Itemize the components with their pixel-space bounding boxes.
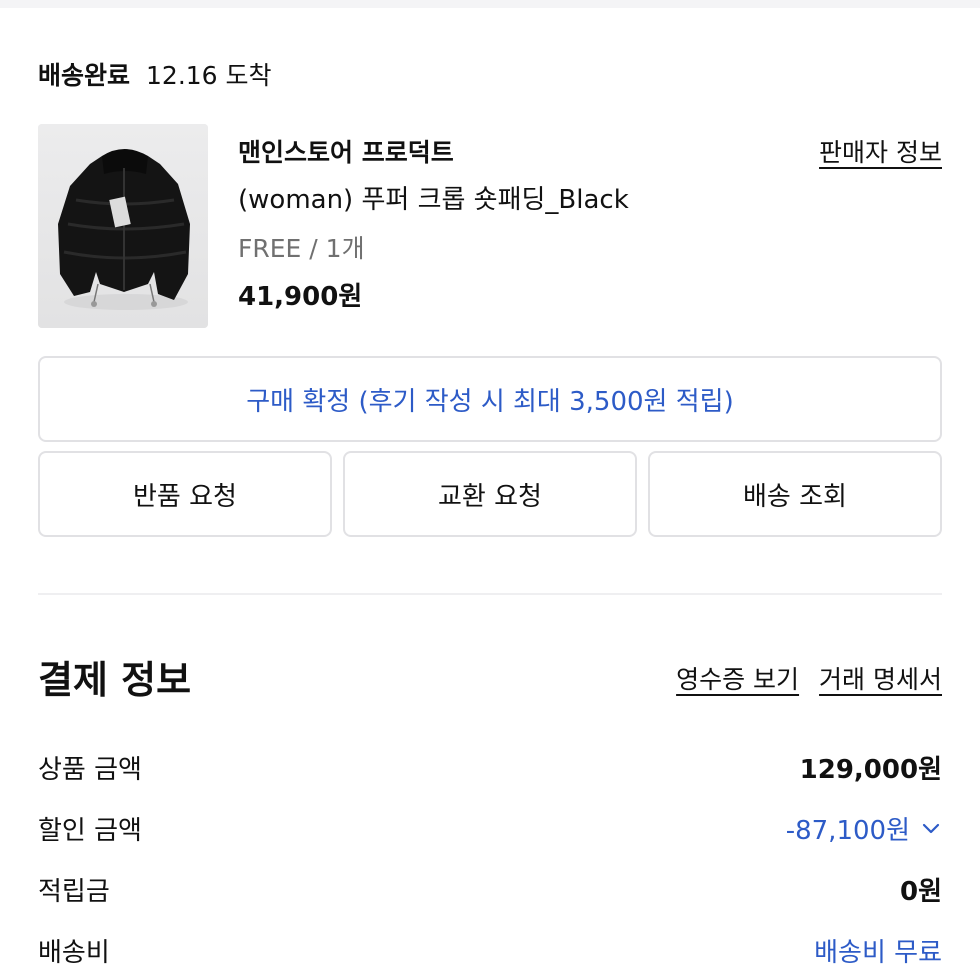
payment-row-discount[interactable]: 할인 금액 -87,100원 bbox=[38, 803, 942, 853]
top-strip bbox=[0, 0, 980, 8]
section-divider bbox=[38, 593, 942, 595]
seller-info-link[interactable]: 판매자 정보 bbox=[819, 132, 942, 174]
payment-row-points: 적립금 0원 bbox=[38, 864, 942, 914]
receipt-link[interactable]: 영수증 보기 bbox=[676, 650, 799, 710]
confirm-purchase-button[interactable]: 구매 확정 (후기 작성 시 최대 3,500원 적립) bbox=[38, 356, 942, 442]
product-name[interactable]: (woman) 푸퍼 크롭 숏패딩_Black bbox=[238, 174, 798, 226]
payment-row-label: 배송비 bbox=[38, 937, 110, 968]
payment-row-value: 배송비 무료 bbox=[814, 937, 942, 968]
payment-row-label: 상품 금액 bbox=[38, 754, 142, 785]
product-info: 맨인스토어 프로덕트 (woman) 푸퍼 크롭 숏패딩_Black FREE … bbox=[238, 132, 798, 324]
discount-value[interactable]: -87,100원 bbox=[786, 810, 942, 847]
chevron-down-icon[interactable] bbox=[920, 817, 942, 839]
payment-row-product-amount: 상품 금액 129,000원 bbox=[38, 742, 942, 792]
payment-row-value: 129,000원 bbox=[799, 754, 942, 785]
product-card: 맨인스토어 프로덕트 (woman) 푸퍼 크롭 숏패딩_Black FREE … bbox=[38, 124, 942, 330]
delivery-status: 배송완료 12.16 도착 bbox=[38, 56, 272, 92]
product-image[interactable] bbox=[38, 124, 208, 328]
delivery-status-label: 배송완료 bbox=[38, 61, 131, 90]
payment-row-value: -87,100원 bbox=[785, 815, 910, 846]
black-cropped-puffer-jacket-image bbox=[38, 124, 208, 328]
payment-title: 결제 정보 bbox=[38, 658, 192, 702]
exchange-request-button[interactable]: 교환 요청 bbox=[343, 451, 637, 537]
order-actions: 반품 요청 교환 요청 배송 조회 bbox=[38, 451, 942, 537]
statement-link[interactable]: 거래 명세서 bbox=[819, 650, 942, 710]
payment-row-label: 적립금 bbox=[38, 876, 110, 907]
product-option: FREE / 1개 bbox=[238, 234, 365, 263]
brand-name[interactable]: 맨인스토어 프로덕트 bbox=[238, 132, 798, 174]
payment-row-shipping: 배송비 배송비 무료 bbox=[38, 925, 942, 975]
arrival-date: 12.16 도착 bbox=[146, 61, 272, 90]
payment-row-value: 0원 bbox=[899, 876, 942, 907]
track-delivery-button[interactable]: 배송 조회 bbox=[648, 451, 942, 537]
payment-links: 영수증 보기 거래 명세서 bbox=[676, 650, 942, 710]
product-price: 41,900원 bbox=[238, 282, 363, 312]
payment-header: 결제 정보 영수증 보기 거래 명세서 bbox=[38, 650, 942, 710]
payment-row-label: 할인 금액 bbox=[38, 815, 142, 846]
return-request-button[interactable]: 반품 요청 bbox=[38, 451, 332, 537]
